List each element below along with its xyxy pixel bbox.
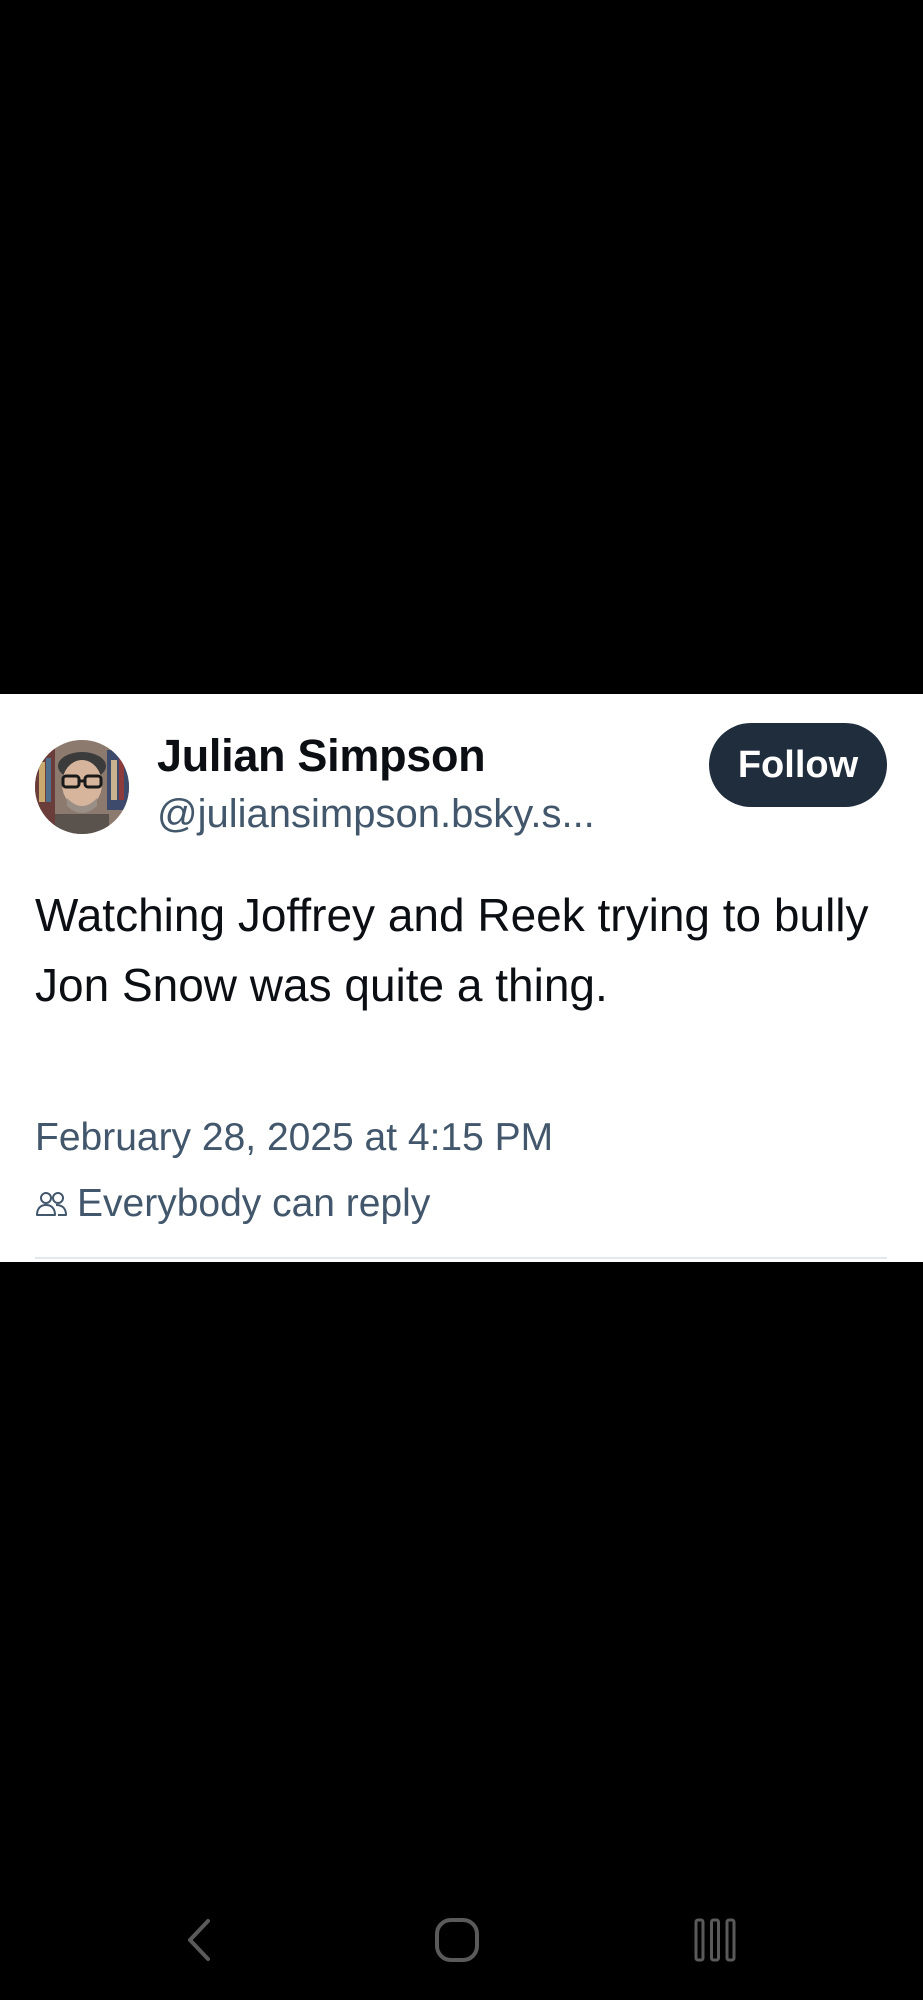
- system-navigation-bar: [0, 1900, 923, 1980]
- avatar-image: [35, 740, 129, 834]
- back-button[interactable]: [150, 1900, 250, 1980]
- home-button[interactable]: [407, 1900, 507, 1980]
- post-timestamp: February 28, 2025 at 4:15 PM: [35, 1116, 554, 1159]
- avatar[interactable]: [35, 740, 129, 834]
- post-text: Watching Joffrey and Reek trying to bull…: [35, 889, 869, 1011]
- author-handle[interactable]: @juliansimpson.bsky.s...: [157, 792, 595, 837]
- divider: [35, 1257, 887, 1259]
- home-icon: [435, 1918, 479, 1962]
- people-icon: [35, 1189, 69, 1219]
- reply-setting: Everybody can reply: [35, 1182, 430, 1226]
- back-icon: [188, 1919, 210, 1961]
- author-display-name[interactable]: Julian Simpson: [157, 730, 486, 782]
- follow-button[interactable]: Follow: [709, 723, 887, 807]
- recents-icon: [694, 1918, 736, 1962]
- reply-setting-label: Everybody can reply: [77, 1182, 431, 1225]
- recents-button[interactable]: [665, 1900, 765, 1980]
- post-card: Julian Simpson @juliansimpson.bsky.s... …: [0, 694, 923, 1262]
